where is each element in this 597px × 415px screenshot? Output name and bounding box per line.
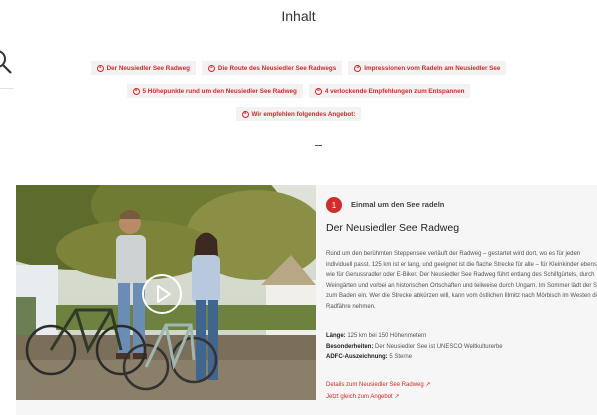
number-icon: 3 <box>354 64 362 72</box>
number-icon: 5 <box>241 110 249 118</box>
toc-item-hoehepunkte[interactable]: 5 5 Höhepunkte rund um den Neusiedler Se… <box>126 84 303 98</box>
toc-item-angebot[interactable]: 5 Wir empfehlen folgendes Angebot: <box>235 107 362 121</box>
details-link[interactable]: Details zum Neusiedler See Radweg ↗ <box>326 381 430 388</box>
toc-row-3: 5 Wir empfehlen folgendes Angebot: <box>0 107 597 121</box>
toc-item-label: Der Neusiedler See Radweg <box>106 64 190 72</box>
toc-item-label: 4 verlockende Empfehlungen zum Entspanne… <box>324 87 465 95</box>
facts-list: Länge: 125 km bei 150 Höhenmetern Besond… <box>326 331 597 363</box>
fact-adfc: ADFC-Auszeichnung: 5 Sterne <box>326 354 413 360</box>
play-icon <box>157 285 171 303</box>
play-button[interactable] <box>142 274 182 314</box>
radweg-card: 1 Einmal um den See radeln Der Neusiedle… <box>16 185 597 415</box>
toc-item-label: Wir empfehlen folgendes Angebot: <box>251 110 356 118</box>
number-icon: 2 <box>207 64 215 72</box>
toc-item-label: Die Route des Neusiedler See Radwegs <box>217 64 337 72</box>
fact-laenge: Länge: 125 km bei 150 Höhenmetern <box>326 333 427 339</box>
video-thumbnail[interactable] <box>16 185 316 400</box>
number-icon: 5 <box>314 87 322 95</box>
number-icon: 5 <box>132 87 140 95</box>
section-body: Rund um den berühmten Steppensee verläuf… <box>326 251 597 310</box>
toc-item-radweg[interactable]: 1 Der Neusiedler See Radweg <box>90 61 196 75</box>
toc-item-impressionen[interactable]: 3 Impressionen vom Radeln am Neusiedler … <box>348 61 507 75</box>
section-kicker: Einmal um den See radeln <box>351 200 445 209</box>
toc-item-empfehlungen[interactable]: 5 4 verlockende Empfehlungen zum Entspan… <box>308 84 471 98</box>
section-separator <box>315 145 322 146</box>
section-heading: Der Neusiedler See Radweg <box>326 222 460 234</box>
fact-besonderheiten: Besonderheiten: Der Neusiedler See ist U… <box>326 343 503 350</box>
toc-row-2: 5 5 Höhepunkte rund um den Neusiedler Se… <box>0 84 597 98</box>
toc-item-label: 5 Höhepunkte rund um den Neusiedler See … <box>142 87 297 95</box>
offer-link[interactable]: Jetzt gleich zum Angebot ↗ <box>326 393 399 400</box>
toc-item-label: Impressionen vom Radeln am Neusiedler Se… <box>364 64 501 72</box>
section-number-badge: 1 <box>326 197 342 213</box>
page-title: Inhalt <box>281 8 316 24</box>
toc-item-route[interactable]: 2 Die Route des Neusiedler See Radwegs <box>201 61 343 75</box>
toc-row-1: 1 Der Neusiedler See Radweg 2 Die Route … <box>0 61 597 75</box>
number-icon: 1 <box>96 64 104 72</box>
